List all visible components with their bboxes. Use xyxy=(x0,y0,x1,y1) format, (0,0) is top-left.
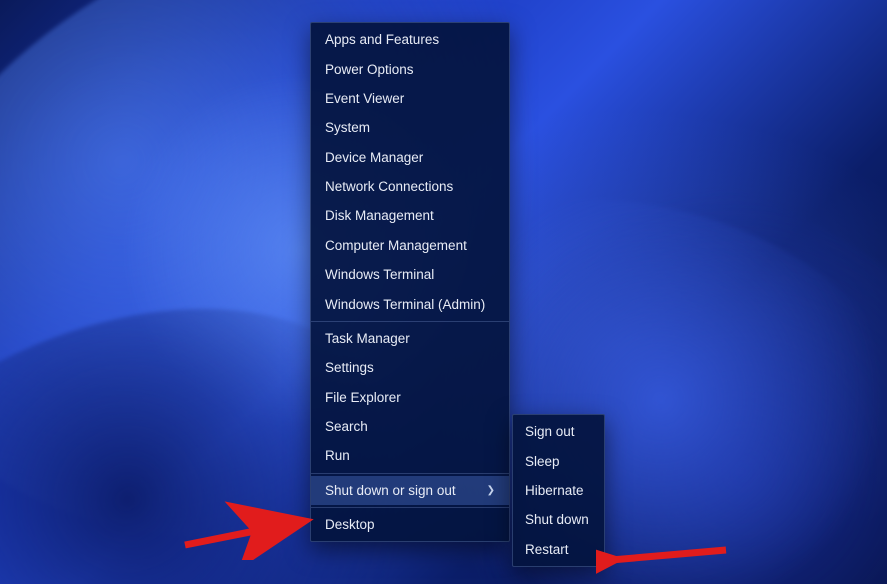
menu-computer-management[interactable]: Computer Management xyxy=(311,231,509,260)
menu-settings[interactable]: Settings xyxy=(311,353,509,382)
menu-power-options[interactable]: Power Options xyxy=(311,54,509,83)
menu-item-label: Sign out xyxy=(525,424,575,439)
menu-windows-terminal[interactable]: Windows Terminal xyxy=(311,260,509,289)
menu-separator xyxy=(311,473,509,474)
menu-item-label: Apps and Features xyxy=(325,32,439,47)
menu-item-label: Settings xyxy=(325,360,374,375)
menu-desktop[interactable]: Desktop xyxy=(311,510,509,539)
submenu-restart[interactable]: Restart xyxy=(513,535,604,564)
menu-file-explorer[interactable]: File Explorer xyxy=(311,383,509,412)
menu-item-label: Power Options xyxy=(325,62,414,77)
menu-item-label: Task Manager xyxy=(325,331,410,346)
menu-item-label: Restart xyxy=(525,542,569,557)
menu-item-label: Desktop xyxy=(325,517,375,532)
menu-item-label: Search xyxy=(325,419,368,434)
submenu-sleep[interactable]: Sleep xyxy=(513,446,604,475)
menu-item-label: Shut down or sign out xyxy=(325,483,456,498)
menu-apps-features[interactable]: Apps and Features xyxy=(311,25,509,54)
menu-item-label: Device Manager xyxy=(325,150,423,165)
chevron-right-icon: ❯ xyxy=(487,485,495,496)
submenu-sign-out[interactable]: Sign out xyxy=(513,417,604,446)
submenu-hibernate[interactable]: Hibernate xyxy=(513,476,604,505)
menu-run[interactable]: Run xyxy=(311,441,509,470)
menu-item-label: Computer Management xyxy=(325,238,467,253)
menu-separator xyxy=(311,507,509,508)
menu-separator xyxy=(311,321,509,322)
menu-item-label: System xyxy=(325,120,370,135)
menu-item-label: Run xyxy=(325,448,350,463)
menu-search[interactable]: Search xyxy=(311,412,509,441)
submenu-shut-down[interactable]: Shut down xyxy=(513,505,604,534)
menu-item-label: Sleep xyxy=(525,454,560,469)
menu-windows-terminal-admin[interactable]: Windows Terminal (Admin) xyxy=(311,289,509,318)
menu-item-label: Network Connections xyxy=(325,179,453,194)
menu-network-connections[interactable]: Network Connections xyxy=(311,172,509,201)
menu-item-label: Shut down xyxy=(525,512,589,527)
menu-item-label: Hibernate xyxy=(525,483,584,498)
desktop-wallpaper: Apps and Features Power Options Event View… xyxy=(0,0,887,584)
menu-task-manager[interactable]: Task Manager xyxy=(311,324,509,353)
menu-item-label: Event Viewer xyxy=(325,91,404,106)
menu-item-label: Windows Terminal (Admin) xyxy=(325,297,485,312)
shutdown-submenu[interactable]: Sign out Sleep Hibernate Shut down Restart xyxy=(512,414,605,567)
menu-item-label: File Explorer xyxy=(325,390,401,405)
menu-device-manager[interactable]: Device Manager xyxy=(311,143,509,172)
menu-system[interactable]: System xyxy=(311,113,509,142)
menu-shutdown-signout[interactable]: Shut down or sign out ❯ xyxy=(311,476,509,505)
menu-event-viewer[interactable]: Event Viewer xyxy=(311,84,509,113)
menu-item-label: Windows Terminal xyxy=(325,267,434,282)
menu-disk-management[interactable]: Disk Management xyxy=(311,201,509,230)
winx-context-menu[interactable]: Apps and Features Power Options Event View… xyxy=(310,22,510,542)
menu-item-label: Disk Management xyxy=(325,208,434,223)
